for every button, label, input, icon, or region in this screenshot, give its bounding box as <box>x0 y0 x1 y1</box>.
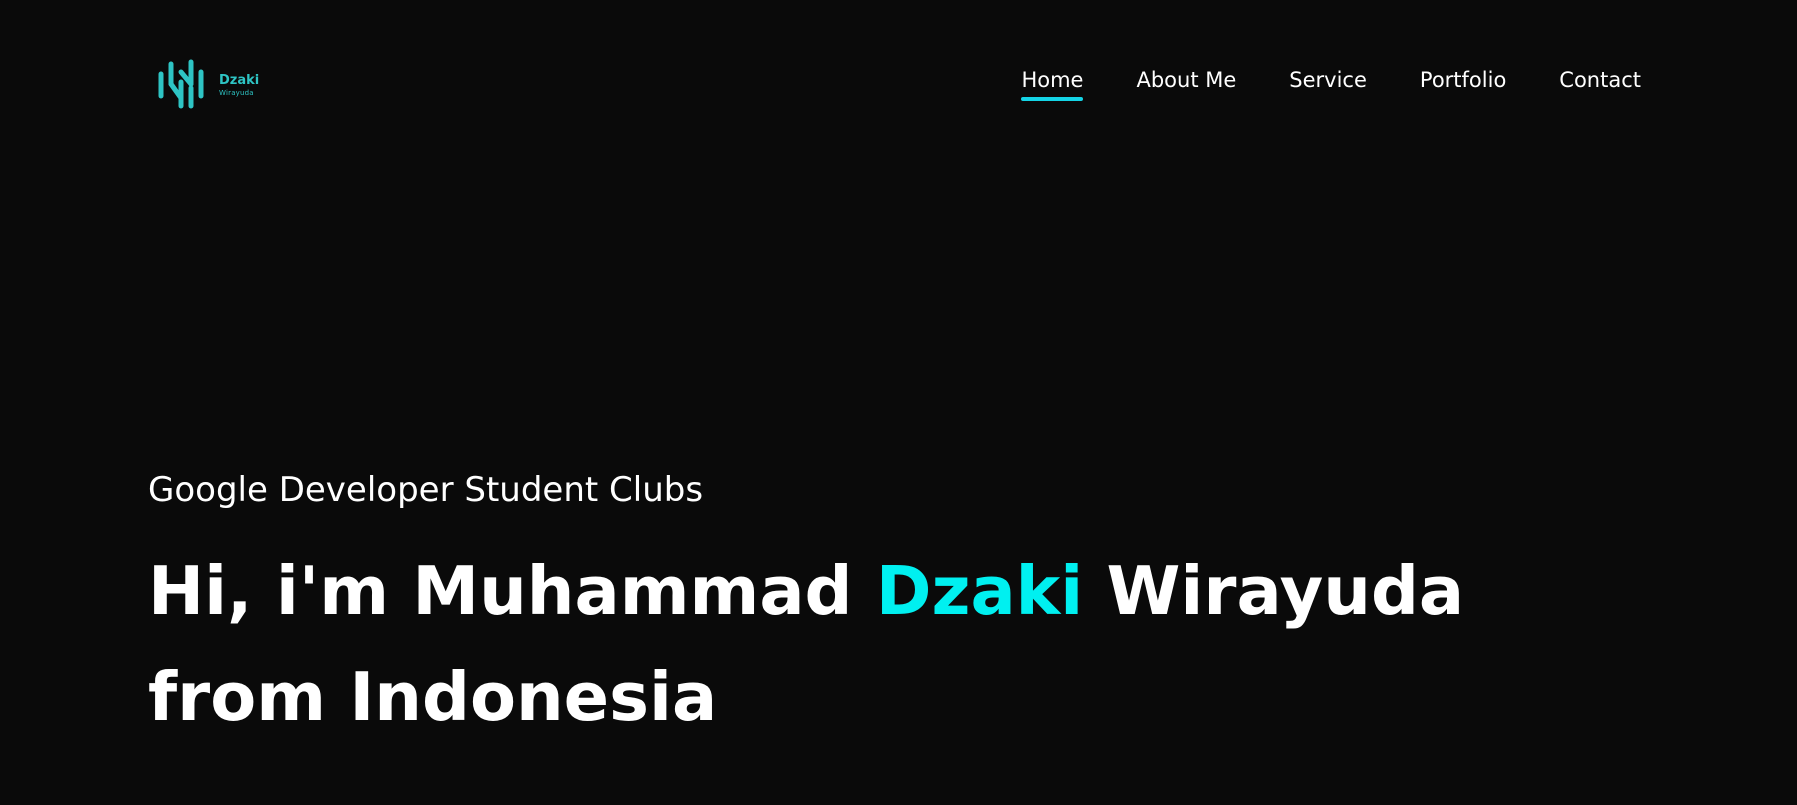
hero-title-highlight: Dzaki <box>875 552 1084 630</box>
hero-title: Hi, i'm Muhammad Dzaki Wirayuda from Ind… <box>148 538 1708 750</box>
waveform-logo-icon <box>157 58 205 112</box>
site-header: Dzaki Wirayuda Home About Me Service Por… <box>0 0 1797 165</box>
nav-item-service[interactable]: Service <box>1289 68 1367 100</box>
brand-name: Dzaki <box>219 72 260 88</box>
page: Dzaki Wirayuda Home About Me Service Por… <box>0 0 1797 805</box>
hero-subtitle: Google Developer Student Clubs <box>148 470 704 510</box>
hero-title-prefix: Hi, i'm Muhammad <box>148 552 876 630</box>
brand-logo[interactable]: Dzaki Wirayuda <box>157 58 259 112</box>
nav-item-portfolio[interactable]: Portfolio <box>1420 68 1506 100</box>
nav-item-home[interactable]: Home <box>1021 68 1084 101</box>
nav-item-contact[interactable]: Contact <box>1559 68 1641 100</box>
brand-wordmark: Dzaki Wirayuda <box>219 74 259 97</box>
brand-subtitle: Wirayuda <box>219 88 254 97</box>
hero-title-line1: Hi, i'm Muhammad Dzaki Wirayuda <box>148 552 1464 630</box>
hero-title-suffix: Wirayuda <box>1083 552 1465 630</box>
nav-item-about-me[interactable]: About Me <box>1136 68 1236 100</box>
hero-section: Google Developer Student Clubs Hi, i'm M… <box>148 470 1708 750</box>
main-nav: Home About Me Service Portfolio Contact <box>1021 68 1641 101</box>
hero-title-line2: from Indonesia <box>148 658 718 736</box>
